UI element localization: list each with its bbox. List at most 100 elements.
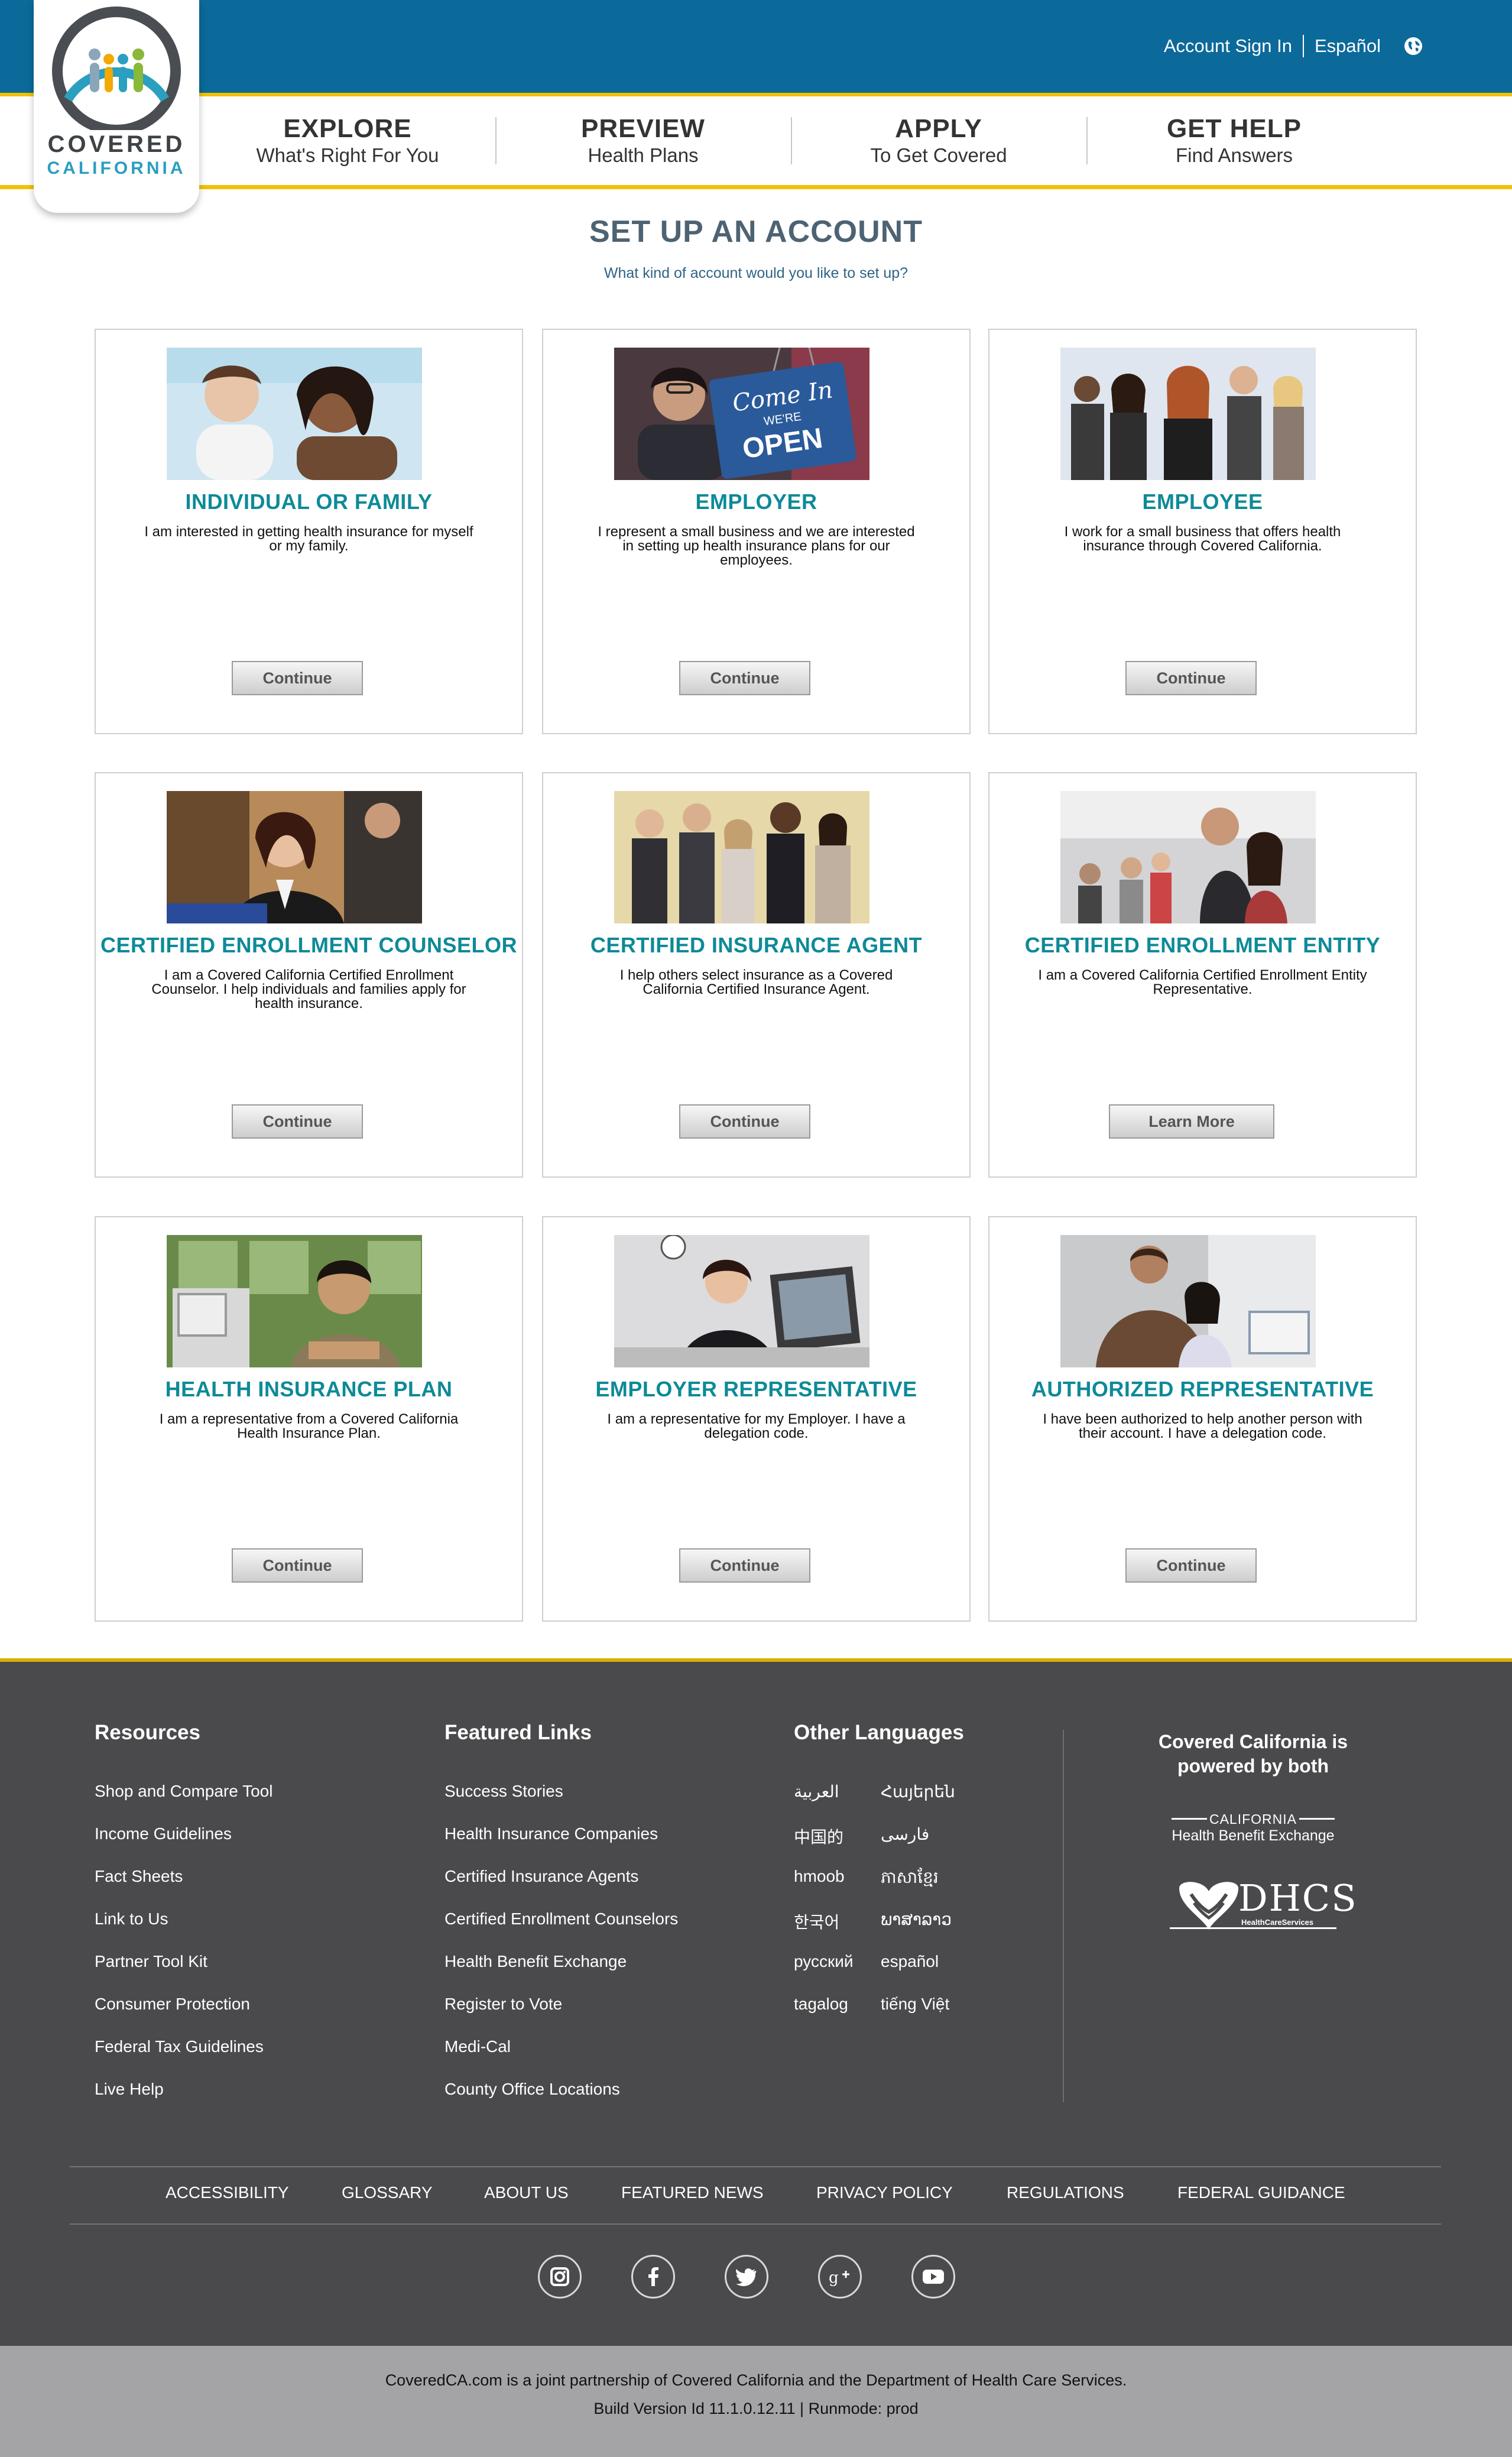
language-espanol-link[interactable]: Español <box>1304 34 1391 58</box>
nav-get-help[interactable]: GET HELP Find Answers <box>1086 114 1382 167</box>
language-link-hmong[interactable]: hmoob <box>794 1867 845 1886</box>
footer: Resources Shop and Compare Tool Income G… <box>0 1662 1512 2346</box>
logo-wordmark-covered: COVERED <box>47 131 186 157</box>
nav-explore[interactable]: EXPLORE What's Right For You <box>200 114 495 167</box>
footer-nav-federal-guidance[interactable]: FEDERAL GUIDANCE <box>1177 2183 1345 2202</box>
footer-nav-regulations[interactable]: REGULATIONS <box>1007 2183 1124 2202</box>
dhcs-subtext: HealthCareServices <box>1241 1918 1314 1927</box>
facebook-icon[interactable] <box>631 2255 675 2299</box>
footer-link-benefit-exchange[interactable]: Health Benefit Exchange <box>444 1952 627 1971</box>
footer-nav-glossary[interactable]: GLOSSARY <box>342 2183 433 2202</box>
language-link-khmer[interactable]: ភាសាខ្មែរ <box>881 1867 939 1891</box>
partnership-statement: CoveredCA.com is a joint partnership of … <box>385 2371 1127 2389</box>
footer-link-medi-cal[interactable]: Medi-Cal <box>444 2037 511 2056</box>
language-link-chinese[interactable]: 中国的 <box>794 1824 843 1848</box>
dhcs-logo[interactable]: DHCS HealthCareServices <box>1167 1876 1357 1936</box>
authorized-rep-photo <box>1060 1235 1316 1367</box>
footer-link-income-guidelines[interactable]: Income Guidelines <box>95 1824 232 1843</box>
continue-button[interactable]: Continue <box>679 1548 810 1583</box>
footer-nav-featured-news[interactable]: FEATURED NEWS <box>621 2183 764 2202</box>
featured-links-heading: Featured Links <box>444 1721 592 1744</box>
language-link-armenian[interactable]: Հայերեն <box>881 1782 955 1801</box>
card-description: I help others select insurance as a Cove… <box>619 967 893 997</box>
language-link-russian[interactable]: русский <box>794 1952 853 1971</box>
footer-link-link-to-us[interactable]: Link to Us <box>95 1910 168 1928</box>
card-description: I am a Covered California Certified Enro… <box>151 967 466 1012</box>
card-description: I am interested in getting health insura… <box>144 524 473 554</box>
top-bar: Account Sign In Español <box>0 0 1512 93</box>
footer-nav-accessibility[interactable]: ACCESSIBILITY <box>166 2183 289 2202</box>
footer-rule-top <box>70 2166 1441 2167</box>
footer-nav-about-us[interactable]: ABOUT US <box>484 2183 569 2202</box>
nav-subtitle: To Get Covered <box>870 144 1007 166</box>
continue-button[interactable]: Continue <box>232 1548 363 1583</box>
continue-button[interactable]: Continue <box>1125 661 1257 695</box>
language-link-spanish[interactable]: español <box>881 1952 939 1971</box>
nav-apply[interactable]: APPLY To Get Covered <box>791 114 1086 167</box>
card-title: AUTHORIZED REPRESENTATIVE <box>1031 1377 1374 1401</box>
youtube-icon[interactable] <box>911 2255 955 2299</box>
continue-button[interactable]: Continue <box>232 1104 363 1139</box>
footer-link-insurance-companies[interactable]: Health Insurance Companies <box>444 1824 658 1843</box>
footer-nav-privacy-policy[interactable]: PRIVACY POLICY <box>816 2183 953 2202</box>
footer-link-success-stories[interactable]: Success Stories <box>444 1782 563 1801</box>
language-link-arabic[interactable]: العربية <box>794 1782 839 1801</box>
card-description: I have been authorized to help another p… <box>1043 1411 1362 1441</box>
language-link-vietnamese[interactable]: tiếng Việt <box>881 1995 949 2014</box>
language-link-korean[interactable]: 한국어 <box>794 1910 839 1933</box>
footer-link-insurance-agents[interactable]: Certified Insurance Agents <box>444 1867 638 1886</box>
nav-title: PREVIEW <box>581 114 705 143</box>
nav-title: EXPLORE <box>283 114 412 143</box>
health-plan-rep-photo <box>167 1235 422 1367</box>
bottom-info-bar: CoveredCA.com is a joint partnership of … <box>0 2346 1512 2457</box>
footer-link-shop-compare[interactable]: Shop and Compare Tool <box>95 1782 272 1801</box>
individual-family-photo <box>167 348 422 480</box>
account-card-enrollment-entity: CERTIFIED ENROLLMENT ENTITY I am a Cover… <box>988 772 1417 1178</box>
language-link-tagalog[interactable]: tagalog <box>794 1995 848 2014</box>
footer-link-partner-toolkit[interactable]: Partner Tool Kit <box>95 1952 207 1971</box>
account-card-employee: EMPLOYEE I work for a small business tha… <box>988 329 1417 734</box>
card-title: INDIVIDUAL OR FAMILY <box>185 490 433 514</box>
account-card-enrollment-counselor: CERTIFIED ENROLLMENT COUNSELOR I am a Co… <box>95 772 523 1178</box>
employer-rep-photo <box>614 1235 869 1367</box>
instagram-icon[interactable] <box>538 2255 582 2299</box>
nav-preview[interactable]: PREVIEW Health Plans <box>495 114 791 167</box>
footer-link-fact-sheets[interactable]: Fact Sheets <box>95 1867 183 1886</box>
footer-link-county-offices[interactable]: County Office Locations <box>444 2080 620 2099</box>
account-card-health-insurance-plan: HEALTH INSURANCE PLAN I am a representat… <box>95 1216 523 1622</box>
continue-button[interactable]: Continue <box>232 661 363 695</box>
learn-more-button[interactable]: Learn More <box>1109 1104 1274 1139</box>
continue-button[interactable]: Continue <box>679 1104 810 1139</box>
enrollment-counselor-photo <box>167 791 422 923</box>
google-plus-icon[interactable]: g <box>818 2255 862 2299</box>
footer-link-live-help[interactable]: Live Help <box>95 2080 164 2099</box>
footer-link-enrollment-counselors[interactable]: Certified Enrollment Counselors <box>444 1910 678 1928</box>
twitter-icon[interactable] <box>725 2255 768 2299</box>
account-card-authorized-representative: AUTHORIZED REPRESENTATIVE I have been au… <box>988 1216 1417 1622</box>
language-link-farsi[interactable]: فارسی <box>881 1824 929 1844</box>
nav-subtitle: What's Right For You <box>256 144 439 166</box>
account-card-employer: Come In WE'RE OPEN EMPLOYER I represent … <box>542 329 971 734</box>
card-title: CERTIFIED INSURANCE AGENT <box>590 933 923 957</box>
globe-icon[interactable] <box>1403 36 1423 56</box>
chbe-logo-line1: CALIFORNIA <box>1209 1811 1297 1827</box>
insurance-agents-group-photo <box>614 791 869 923</box>
account-sign-in-link[interactable]: Account Sign In <box>1153 34 1303 58</box>
continue-button[interactable]: Continue <box>679 661 810 695</box>
svg-text:g: g <box>829 2269 839 2287</box>
footer-link-consumer-protection[interactable]: Consumer Protection <box>95 1995 250 2014</box>
page-subtitle: What kind of account would you like to s… <box>603 265 909 281</box>
footer-link-register-vote[interactable]: Register to Vote <box>444 1995 562 2014</box>
covered-california-logo[interactable]: COVERED CALIFORNIA <box>34 0 199 213</box>
card-title: CERTIFIED ENROLLMENT COUNSELOR <box>100 933 517 957</box>
footer-link-federal-tax[interactable]: Federal Tax Guidelines <box>95 2037 264 2056</box>
language-link-lao[interactable]: ພາສາລາວ <box>881 1910 952 1929</box>
account-card-individual: INDIVIDUAL OR FAMILY I am interested in … <box>95 329 523 734</box>
account-card-insurance-agent: CERTIFIED INSURANCE AGENT I help others … <box>542 772 971 1178</box>
card-description: I am a Covered California Certified Enro… <box>1038 967 1367 997</box>
card-title: EMPLOYER <box>695 490 817 514</box>
card-description: I am a representative from a Covered Cal… <box>159 1411 459 1441</box>
card-description: I work for a small business that offers … <box>1064 524 1341 554</box>
continue-button[interactable]: Continue <box>1125 1548 1257 1583</box>
resources-heading: Resources <box>95 1721 200 1744</box>
